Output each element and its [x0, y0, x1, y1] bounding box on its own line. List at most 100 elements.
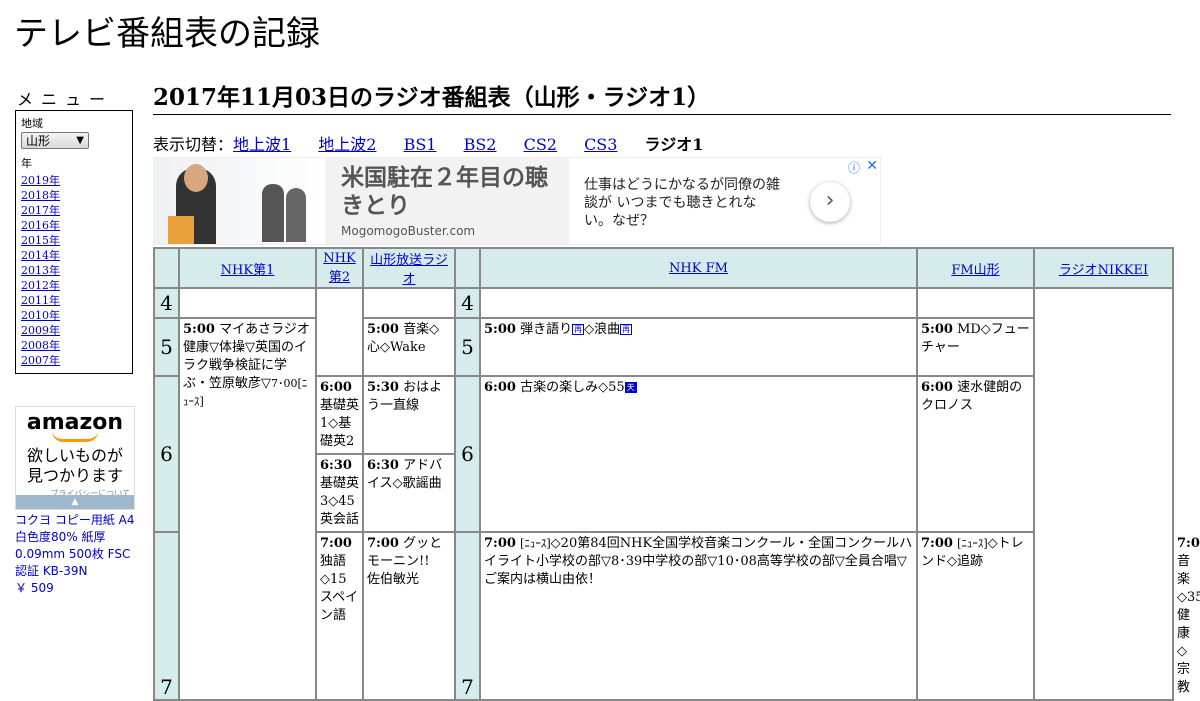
program-cell[interactable]: 5:00 弾き語り再 ◇浪曲再	[479, 317, 918, 377]
program-time: 6:00	[320, 380, 352, 395]
program-title: 基礎英1◇基礎英2	[320, 398, 360, 449]
switch-link-bs1[interactable]: BS1	[404, 135, 437, 154]
hour-cell: 7	[153, 531, 180, 701]
ad-banner[interactable]: 米国駐在２年目の聴きとり MogomogoBuster.com 仕事はどうにかな…	[153, 157, 881, 245]
year-link-2010[interactable]: 2010年	[21, 309, 60, 322]
channel-link-fmyamagata[interactable]: FM山形	[951, 263, 999, 278]
channel-header: NHK第1	[178, 247, 317, 289]
schedule-table: NHK第1 NHK第2 山形放送ラジオ NHK FM FM山形 ラジオNIKKE…	[153, 247, 1200, 701]
program-time: 7:00	[1177, 536, 1200, 551]
program-title: 弾き語り	[520, 322, 573, 337]
year-link-2013[interactable]: 2013年	[21, 264, 60, 277]
menu-box: 地域 山形 ▼ 年 2019年 2018年 2017年 2016年 2015年 …	[15, 110, 133, 374]
program-cell-empty	[1033, 287, 1174, 701]
channel-link-nhk2[interactable]: NHK第2	[323, 251, 355, 285]
program-time: 5:30	[367, 380, 399, 395]
amazon-ad[interactable]: amazon 欲しいものが 見つかります プライバシーについて ▲	[15, 406, 135, 510]
channel-header: 山形放送ラジオ	[362, 247, 456, 289]
program-cell[interactable]: 5:00 マイあさラジオ 健康▽体操▽英国のイラク戦争検証に学ぶ・笠原敏彦▽7･…	[178, 317, 323, 701]
amazon-expand-icon[interactable]: ▲	[16, 495, 134, 509]
program-cell[interactable]: 5:00 MD◇フューチャー	[916, 317, 1035, 377]
program-time: 5:00	[921, 322, 953, 337]
program-cell[interactable]: 6:30 基礎英3◇45英会話	[315, 453, 364, 533]
info-icon[interactable]: ⓘ	[848, 159, 860, 176]
program-cell-empty	[916, 287, 1035, 319]
table-header-row: NHK第1 NHK第2 山形放送ラジオ NHK FM FM山形 ラジオNIKKE…	[153, 247, 1174, 289]
channel-header: NHK第2	[315, 247, 364, 289]
year-link-2014[interactable]: 2014年	[21, 249, 60, 262]
program-time: 7:00	[484, 536, 516, 551]
year-link-2012[interactable]: 2012年	[21, 279, 60, 292]
switch-link-bs2[interactable]: BS2	[464, 135, 497, 154]
news-mark: [ﾆｭｰｽ]	[957, 537, 988, 550]
channel-link-nhkfm[interactable]: NHK FM	[669, 261, 728, 276]
corner-cell	[153, 247, 180, 289]
year-link-2017[interactable]: 2017年	[21, 204, 60, 217]
product-title[interactable]: コクヨ コピー用紙 A4 白色度80% 紙厚 0.09mm 500枚 FSC認証…	[15, 512, 137, 580]
program-cell[interactable]: 7:00 [ﾆｭｰｽ]◇20第84回NHK全国学校音楽コンクール・全国コンクール…	[479, 531, 918, 701]
year-link-2007[interactable]: 2007年	[21, 354, 60, 367]
channel-link-ybc[interactable]: 山形放送ラジオ	[370, 253, 448, 287]
news-mark: [ﾆｭｰｽ]	[520, 537, 551, 550]
program-cell[interactable]: 6:00 速水健朗のクロノス	[916, 375, 1035, 533]
switch-link-terrestrial1[interactable]: 地上波1	[233, 135, 291, 154]
year-link-2019[interactable]: 2019年	[21, 174, 60, 187]
program-time: 6:30	[367, 458, 399, 473]
program-cell[interactable]: 7:00 [ﾆｭｰｽ]◇トレンド◇追跡	[916, 531, 1035, 701]
hour-cell: 6	[454, 375, 481, 533]
page-title: 2017年11月03日のラジオ番組表（山形・ラジオ1）	[153, 84, 1171, 115]
ad-photo	[154, 158, 325, 244]
program-cell[interactable]: 6:00 基礎英1◇基礎英2	[315, 375, 364, 455]
switch-link-cs2[interactable]: CS2	[524, 135, 557, 154]
year-list: 2019年 2018年 2017年 2016年 2015年 2014年 2013…	[21, 173, 127, 368]
channel-link-nhk1[interactable]: NHK第1	[221, 263, 275, 278]
program-cell[interactable]: 6:30 アドバイス◇歌謡曲	[362, 453, 456, 533]
dropdown-arrow-icon: ▼	[76, 135, 84, 146]
region-label: 地域	[21, 117, 43, 130]
channel-header: FM山形	[916, 247, 1035, 289]
year-link-2008[interactable]: 2008年	[21, 339, 60, 352]
program-cell-empty	[315, 287, 364, 377]
program-time: 7:00	[367, 536, 399, 551]
amazon-logo: amazon	[26, 410, 124, 435]
program-cell[interactable]: 5:30 おはよう一直線	[362, 375, 456, 455]
year-label: 年	[21, 157, 32, 170]
program-time: 7:00	[921, 536, 953, 551]
switch-link-cs3[interactable]: CS3	[584, 135, 617, 154]
year-link-2009[interactable]: 2009年	[21, 324, 60, 337]
product-link[interactable]: コクヨ コピー用紙 A4 白色度80% 紙厚 0.09mm 500枚 FSC認証…	[15, 512, 137, 597]
switch-label: 表示切替：	[153, 135, 234, 154]
program-cell[interactable]: 7:00 独語◇15スペイン語	[315, 531, 364, 701]
region-select-value: 山形	[26, 134, 51, 148]
program-cell-empty	[362, 287, 456, 319]
channel-switch: 表示切替：地上波1 地上波2 BS1 BS2 CS2 CS3 ラジオ1	[153, 135, 725, 155]
switch-link-terrestrial2[interactable]: 地上波2	[318, 135, 376, 154]
site-title: テレビ番組表の記録	[14, 14, 320, 54]
region-select[interactable]: 山形 ▼	[21, 132, 89, 149]
hour-cell: 5	[153, 317, 180, 377]
chevron-right-icon[interactable]: ›	[810, 182, 850, 222]
table-row: 4 4	[153, 287, 1174, 701]
hour-cell: 6	[153, 375, 180, 533]
program-time: 6:00	[921, 380, 953, 395]
year-link-2016[interactable]: 2016年	[21, 219, 60, 232]
rerun-mark-icon: 再	[620, 324, 633, 335]
program-title: 独語◇15スペイン語	[320, 554, 359, 623]
amazon-message-line2: 見つかります	[26, 466, 123, 485]
year-link-2011[interactable]: 2011年	[21, 294, 60, 307]
program-cell[interactable]: 7:00 グッとモーニン!! 佐伯敏光	[362, 531, 456, 701]
year-link-2018[interactable]: 2018年	[21, 189, 60, 202]
program-cell[interactable]: 5:00 音楽◇心◇Wake	[362, 317, 456, 377]
program-title: 音楽◇35健康◇宗教	[1177, 554, 1200, 695]
corner-cell	[454, 247, 481, 289]
program-time: 5:00	[484, 322, 516, 337]
year-link-2015[interactable]: 2015年	[21, 234, 60, 247]
program-time: 6:00	[484, 380, 516, 395]
channel-header: NHK FM	[479, 247, 918, 289]
close-icon[interactable]: ✕	[866, 158, 878, 174]
program-cell[interactable]: 6:00 古楽の楽しみ◇55 天	[479, 375, 918, 533]
program-title: ◇浪曲	[584, 322, 621, 337]
ad-headline[interactable]: 米国駐在２年目の聴きとり	[341, 164, 561, 220]
product-price: ￥ 509	[15, 581, 54, 595]
channel-link-nikkei[interactable]: ラジオNIKKEI	[1059, 263, 1148, 278]
